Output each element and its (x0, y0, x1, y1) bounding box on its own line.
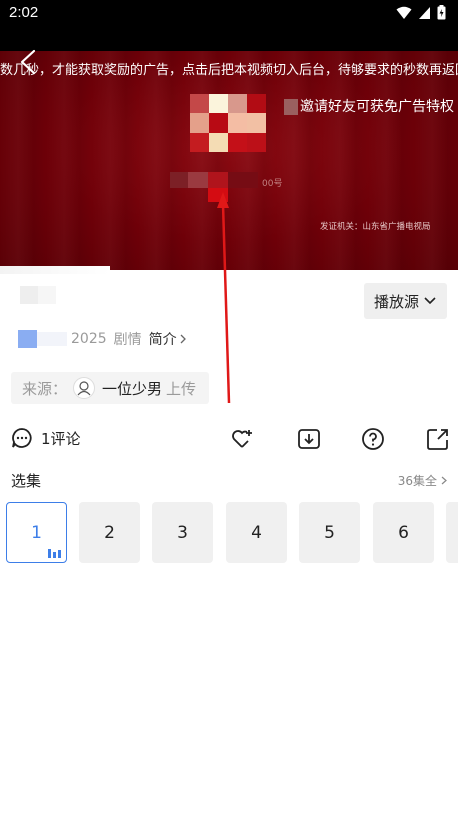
qr-code-pixelated (190, 94, 266, 152)
uploader-chip[interactable]: 来源： 一位少男 上传 (11, 372, 209, 404)
chevron-right-icon (441, 476, 447, 485)
episode-item[interactable]: 2 (79, 502, 140, 563)
episode-number: 2 (104, 522, 115, 543)
curtain-texture (0, 51, 458, 270)
all-episodes-link[interactable]: 36集全 (398, 472, 448, 489)
help-icon[interactable] (361, 427, 385, 451)
ad-marquee-text: 数几秒，才能获取奖励的广告，点击后把本视频切入后台，待够要求的秒数再返回即 (0, 63, 458, 78)
episode-item[interactable]: 5 (299, 502, 360, 563)
chevron-right-icon (180, 334, 186, 344)
episode-number: 5 (324, 522, 335, 543)
comment-button[interactable]: 1评论 (11, 427, 81, 449)
status-time: 2:02 (9, 4, 39, 21)
uploader-avatar (73, 377, 96, 399)
qr-caption: 邀请好友可获免广告特权 (284, 96, 454, 116)
meta-year: 2025 (71, 331, 107, 347)
episode-number: 4 (251, 522, 262, 543)
meta-row: 2025 剧情 简介 (18, 324, 187, 354)
video-bottom-fade (0, 266, 110, 274)
certificate-text: 发证机关：山东省广播电视局 (320, 222, 431, 232)
play-source-label: 播放源 (373, 292, 419, 311)
intro-link[interactable]: 简介 (149, 329, 187, 349)
comment-count: 1评论 (41, 429, 81, 448)
play-source-button[interactable]: 播放源 (364, 283, 447, 319)
intro-label: 简介 (148, 332, 177, 348)
episode-number: 3 (177, 522, 188, 543)
favorite-add-icon[interactable] (230, 427, 254, 451)
episode-item[interactable]: 3 (152, 502, 213, 563)
episode-number: 1 (31, 522, 42, 543)
title-blurred (20, 286, 56, 304)
qr-caption-blur (284, 99, 298, 115)
uploader-label: 来源： (22, 379, 68, 398)
uploader-suffix: 上传 (166, 379, 197, 398)
status-icons (396, 5, 446, 20)
status-bar: 2:02 (0, 0, 458, 26)
cellular-icon (419, 6, 430, 19)
meta-thumbnail (18, 330, 37, 348)
playing-bars-icon (48, 549, 61, 558)
meta-blurred-text (37, 332, 67, 346)
chevron-down-icon (424, 297, 436, 305)
share-icon[interactable] (426, 427, 450, 451)
episode-item[interactable]: 4 (226, 502, 287, 563)
blurred-license-line: 00号 (170, 172, 290, 202)
battery-icon (437, 5, 446, 20)
qr-caption-text: 邀请好友可获免广告特权 (300, 99, 454, 115)
meta-genre: 剧情 (113, 332, 142, 348)
wifi-icon (396, 6, 412, 19)
episodes-header: 选集 (11, 472, 42, 490)
download-icon[interactable] (297, 427, 321, 451)
episode-list: 1 2 3 4 5 6 (0, 502, 458, 564)
blurred-suffix: 00号 (262, 179, 283, 189)
episode-item[interactable]: 6 (373, 502, 434, 563)
back-arrow-icon (20, 49, 36, 75)
uploader-name: 一位少男 (102, 379, 163, 398)
episode-item[interactable]: 1 (6, 502, 67, 563)
action-bar: 1评论 (0, 423, 458, 455)
avatar-icon (77, 381, 91, 396)
episode-item-partial[interactable] (446, 502, 458, 563)
back-button[interactable] (16, 48, 40, 76)
comment-icon (12, 428, 32, 448)
episode-number: 6 (398, 522, 409, 543)
video-player[interactable]: 数几秒，才能获取奖励的广告，点击后把本视频切入后台，待够要求的秒数再返回即 邀请… (0, 26, 458, 270)
all-episodes-label: 36集全 (397, 474, 437, 488)
